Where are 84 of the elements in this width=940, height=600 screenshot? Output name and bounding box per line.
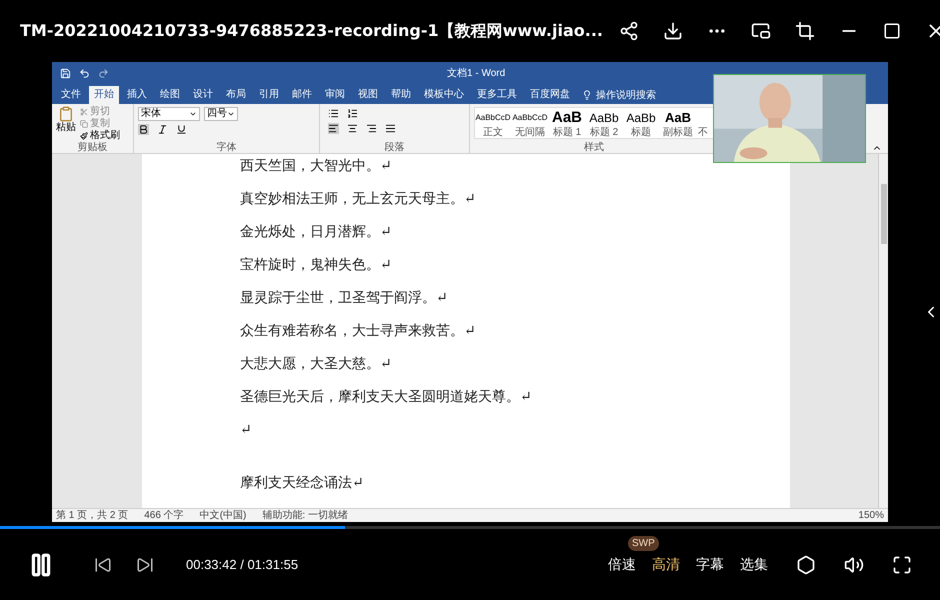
document-paragraph: 真空妙相法王师，无上玄元天母主。↵ <box>240 190 477 209</box>
document-paragraph: ↵ <box>240 421 253 440</box>
picture-in-picture-icon[interactable] <box>751 21 771 41</box>
numbered-list-icon[interactable] <box>347 108 358 119</box>
font-size-field[interactable]: 四号 <box>204 107 238 121</box>
search-hint[interactable]: 操作说明搜索 <box>596 88 656 102</box>
player-option[interactable]: 倍速 <box>608 554 636 574</box>
ribbon-tab[interactable]: 文件 <box>56 86 86 104</box>
download-icon[interactable] <box>663 21 683 41</box>
zoom-level[interactable]: 150% <box>858 510 884 522</box>
ribbon-tab[interactable]: 布局 <box>221 86 251 104</box>
undo-icon[interactable] <box>79 68 90 78</box>
ribbon-tab[interactable]: 视图 <box>353 86 383 104</box>
document-paragraph: 众生有难若称名，大士寻声来救苦。↵ <box>240 322 477 341</box>
font-name-field[interactable]: 宋体 <box>138 107 200 121</box>
vertical-scrollbar[interactable] <box>878 154 888 508</box>
progress-track[interactable] <box>0 526 940 529</box>
document-paragraph: 显灵踪于尘世，卫圣驾于阎浮。↵ <box>240 289 449 308</box>
ribbon-tab[interactable]: 设计 <box>188 86 218 104</box>
lightbulb-icon <box>582 90 592 100</box>
style-gallery-item[interactable]: AaBbCcD 正文 <box>475 108 511 138</box>
style-gallery-item[interactable]: AaB 标题 1 <box>549 108 585 138</box>
maximize-icon[interactable] <box>883 22 901 40</box>
ribbon-tab[interactable]: 帮助 <box>386 86 416 104</box>
player-option[interactable]: 字幕 <box>696 554 724 574</box>
justify-icon[interactable] <box>385 123 396 134</box>
status-item: 中文(中国) <box>200 510 246 522</box>
fullscreen-icon[interactable] <box>892 554 912 574</box>
save-icon[interactable] <box>60 68 71 78</box>
group-label: 字体 <box>216 142 238 153</box>
ribbon-tab[interactable]: 插入 <box>122 86 152 104</box>
ribbon-tab[interactable]: 引用 <box>254 86 284 104</box>
ribbon-tab[interactable]: 邮件 <box>287 86 317 104</box>
player-option[interactable]: 高清 <box>652 554 680 574</box>
video-title: TM-20221004210733-9476885223-recording-1【教程网www.jiao... <box>20 20 603 42</box>
group-label: 剪贴板 <box>76 142 108 153</box>
document-paragraph: 摩利支天经念诵法↵ <box>240 474 365 493</box>
volume-icon[interactable] <box>844 554 864 574</box>
italic-icon[interactable] <box>157 124 168 135</box>
ribbon-tab[interactable]: 开始 <box>89 86 119 104</box>
playback-time: 00:33:42 / 01:31:55 <box>186 556 298 574</box>
style-gallery-item[interactable]: AaBb 标题 <box>623 108 659 138</box>
document-paragraph: 圣德巨光天后，摩利支天大圣圆明道姥天尊。↵ <box>240 388 533 407</box>
document-title: 文档1 - Word <box>447 66 506 80</box>
align-center-icon[interactable] <box>347 123 358 134</box>
status-item: 辅助功能: 一切就绪 <box>262 510 348 522</box>
speed-badge: SWP <box>628 536 659 550</box>
dropdown-icon <box>189 110 197 118</box>
document-paragraph: 宝杵旋时，鬼神失色。↵ <box>240 256 393 275</box>
group-label: 样式 <box>583 142 605 153</box>
format-painter-button[interactable]: 格式刷 <box>80 130 120 142</box>
style-gallery-item[interactable]: AaBbCcD 无间隔 <box>512 108 548 138</box>
crop-icon[interactable] <box>795 21 815 41</box>
style-gallery-item[interactable]: AaBb 标题 2 <box>586 108 622 138</box>
ribbon-tab[interactable]: 审阅 <box>320 86 350 104</box>
underline-icon[interactable] <box>176 124 187 135</box>
document-paragraph: 西天竺国，大智光中。↵ <box>240 157 393 176</box>
scissors-icon <box>80 108 88 116</box>
bullet-list-icon[interactable] <box>328 108 339 119</box>
share-icon[interactable] <box>619 21 639 41</box>
ribbon-tab[interactable]: 绘图 <box>155 86 185 104</box>
group-label: 段落 <box>384 142 406 153</box>
ribbon-tab[interactable]: 更多工具 <box>472 86 522 104</box>
ribbon-tab[interactable]: 模板中心 <box>419 86 469 104</box>
document-paragraph: 大悲大愿，大圣大慈。↵ <box>240 355 393 374</box>
bold-icon[interactable] <box>138 124 149 135</box>
player-option[interactable]: 选集 <box>740 554 768 574</box>
paste-button[interactable]: 粘贴 <box>56 106 76 142</box>
align-left-icon[interactable] <box>328 123 339 134</box>
ribbon-tab[interactable]: 百度网盘 <box>525 86 575 104</box>
document-paragraph: 金光烁处，日月潜辉。↵ <box>240 223 393 242</box>
paintbrush-icon <box>80 132 88 140</box>
style-gallery-item[interactable]: AaB 副标题 <box>660 108 696 138</box>
next-icon[interactable] <box>136 556 154 574</box>
redo-icon[interactable] <box>98 68 109 78</box>
dropdown-icon <box>227 110 235 118</box>
style-gallery-item[interactable]: 不 <box>697 108 709 138</box>
settings-icon[interactable] <box>796 554 816 574</box>
clipboard-icon <box>58 106 74 122</box>
copy-icon <box>80 120 88 128</box>
previous-icon[interactable] <box>94 556 112 574</box>
align-right-icon[interactable] <box>366 123 377 134</box>
status-item: 466 个字 <box>144 510 184 522</box>
status-item: 第 1 页，共 2 页 <box>56 510 128 522</box>
